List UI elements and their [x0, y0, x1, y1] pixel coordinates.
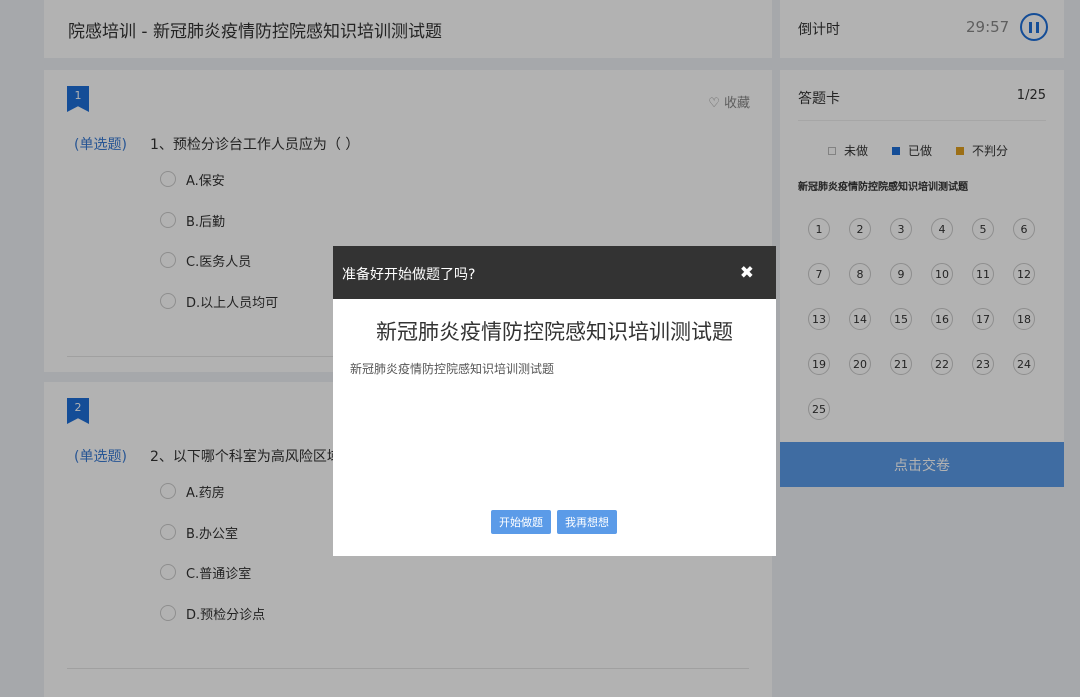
dialog-header-title: 准备好开始做题了吗?: [342, 267, 476, 283]
think-again-button[interactable]: 我再想想: [557, 510, 617, 534]
start-button[interactable]: 开始做题: [491, 510, 551, 534]
close-icon[interactable]: ✖: [740, 263, 754, 283]
dialog-description: 新冠肺炎疫情防控院感知识培训测试题: [350, 362, 555, 376]
dialog-title: 新冠肺炎疫情防控院感知识培训测试题: [376, 320, 733, 344]
start-dialog: 准备好开始做题了吗? ✖ 新冠肺炎疫情防控院感知识培训测试题 新冠肺炎疫情防控院…: [333, 246, 776, 556]
dialog-header: 准备好开始做题了吗? ✖: [333, 246, 776, 299]
